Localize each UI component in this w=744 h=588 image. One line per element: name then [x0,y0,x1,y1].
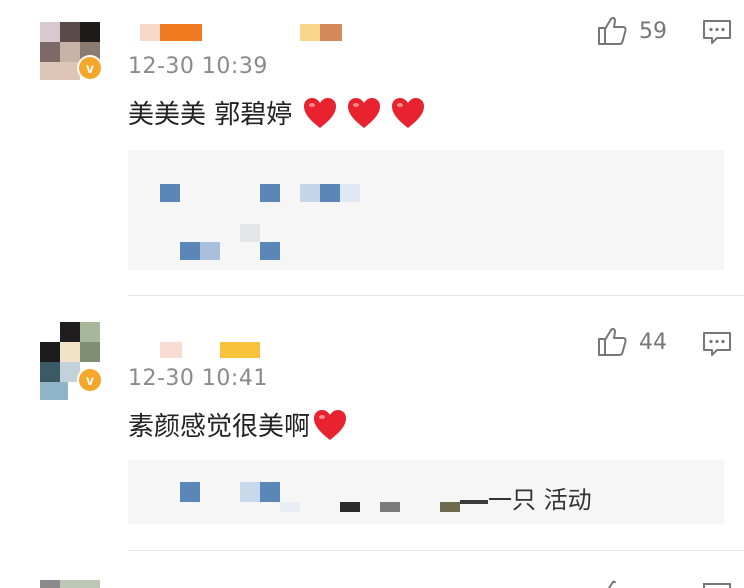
reply-mosaic [320,184,340,202]
comment-bubble-icon[interactable] [702,331,732,357]
thumbs-up-icon[interactable] [597,580,629,588]
reply-mosaic [300,184,320,202]
comment-text: 美美美 郭碧婷 [128,94,426,131]
like-button[interactable]: 44 [597,327,667,357]
reply-text: 一只 活动 [488,486,592,514]
user-tag-mosaic [220,342,260,358]
thumbs-up-icon [598,327,627,356]
reply-mosaic [180,242,200,260]
comment-time: 12-30 10:39 [128,54,268,79]
reply-preview-box[interactable] [128,150,724,270]
reply-mosaic [260,482,280,502]
heart-emoji-icon [348,97,381,128]
reply-mosaic [260,242,280,260]
reply-mosaic [380,502,400,512]
comment-bubble-icon[interactable] [702,19,732,45]
comment-body: 美美美 郭碧婷 [128,100,293,130]
divider [128,295,744,296]
username-mosaic[interactable] [140,24,202,41]
heart-emoji-icon [392,97,425,128]
reply-mosaic [260,184,280,202]
like-count: 59 [639,18,667,44]
user-tag-mosaic [300,24,342,41]
avatar[interactable] [40,580,120,588]
heart-emoji-icon [304,97,337,128]
reply-preview-box[interactable]: 一只 活动 [128,460,724,524]
reply-mosaic [240,482,260,502]
username-mosaic[interactable] [160,342,182,358]
reply-mosaic [460,500,488,504]
reply-mosaic [200,242,220,260]
verified-v-icon: v [77,55,103,81]
reply-mosaic [160,184,180,202]
comment-body: 素颜感觉很美啊 [128,412,311,442]
comment-bubble-icon[interactable] [702,582,732,588]
comment-text: 素颜感觉很美啊 [128,406,348,443]
comment-time: 12-30 10:41 [128,366,268,391]
heart-emoji-icon [314,409,347,440]
reply-mosaic [280,502,300,512]
reply-mosaic [240,224,260,242]
divider [128,550,744,551]
verified-v-icon: v [77,367,103,393]
thumbs-up-icon [598,16,627,45]
reply-mosaic [180,482,200,502]
reply-mosaic [440,502,460,512]
reply-mosaic [340,184,360,202]
reply-mosaic [340,502,360,512]
like-count: 44 [639,329,667,355]
like-button[interactable]: 59 [597,16,667,46]
